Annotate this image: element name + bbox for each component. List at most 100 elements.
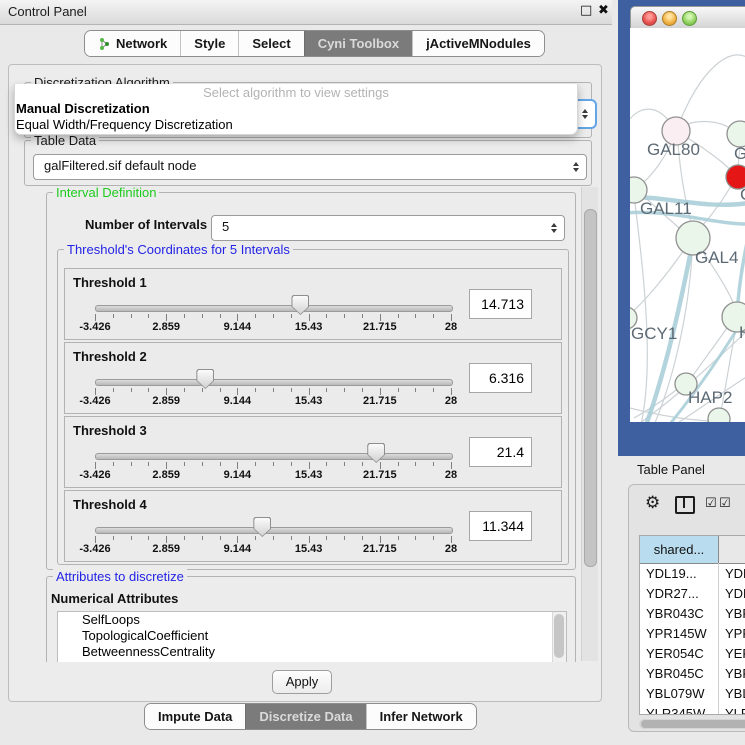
interval-definition-title: Interval Definition [53,186,159,200]
cell-shared-name: YLR345W [646,704,716,715]
zoom-traffic-light-icon[interactable] [682,11,697,26]
tick-label: 21.715 [363,321,397,333]
tick-label: 21.715 [363,469,397,481]
tick-label: 28 [445,321,457,333]
tab-label: Select [252,31,290,56]
cell-name: YDR2 [725,584,745,604]
list-item[interactable]: SelfLoops [58,612,566,628]
table-data-group-title: Table Data [31,133,99,148]
threshold-panel: Threshold 4-3.4262.8599.14415.4321.71528… [64,490,562,562]
list-item[interactable]: BetweennessCentrality [58,644,566,660]
interval-definition-group: Interval Definition Number of Intervals … [46,192,576,570]
bottom-tab-bar: Impute Data Discretize Data Infer Network [144,703,477,730]
network-node[interactable] [708,408,730,422]
tab-label: Infer Network [380,704,463,729]
threshold-label: Threshold 3 [73,423,147,438]
tab-impute-data[interactable]: Impute Data [145,704,245,729]
threshold-panel: Threshold 1-3.4262.8599.14415.4321.71528… [64,268,562,340]
tick-label: 2.859 [152,469,180,481]
cell-shared-name: YBR043C [646,604,716,624]
cell-shared-name: YDL19... [646,564,716,584]
table-row[interactable]: YDR27...YDR2 [640,584,745,604]
table-row[interactable]: YDL19... YDL1 [640,564,745,584]
apply-button[interactable]: Apply [272,670,332,694]
tab-style[interactable]: Style [180,31,238,56]
minimize-traffic-light-icon[interactable] [662,11,677,26]
network-window-titlebar [630,6,745,30]
threshold-value-field[interactable]: 11.344 [469,511,532,541]
numerical-attributes-label: Numerical Attributes [51,591,178,606]
algorithm-popup: Select algorithm to view settings Manual… [14,84,578,135]
gear-icon[interactable]: ⚙ [645,493,660,513]
float-icon[interactable]: □ [580,3,592,18]
threshold-label: Threshold 1 [73,275,147,290]
table-row[interactable]: YLR345WYLR3 [640,704,745,715]
slider-thumb-icon[interactable] [367,443,385,463]
column-header-name[interactable]: n [719,536,745,564]
checkbox-checked-icon[interactable]: ☑ [705,496,717,511]
threshold-value-field[interactable]: 14.713 [469,289,532,319]
table-row[interactable]: YBR043CYBR0 [640,604,745,624]
tick-label: 9.144 [224,321,252,333]
table-row[interactable]: YBR045CYBR0 [640,664,745,684]
tab-label: Cyni Toolbox [318,31,399,56]
table-data-combobox[interactable]: galFiltered.sif default node [33,154,587,180]
network-node-label: GAL4 [695,248,738,267]
tick-label: -3.426 [79,395,110,407]
tick-label: 2.859 [152,395,180,407]
tick-label: 9.144 [224,395,252,407]
network-node-label: GCY1 [631,324,677,343]
settings-scrollbar[interactable] [581,187,598,661]
tick-label: 2.859 [152,321,180,333]
cell-name: YPR1 [725,624,745,644]
close-traffic-light-icon[interactable] [642,11,657,26]
num-intervals-combobox[interactable]: 5 [211,215,565,241]
split-columns-icon[interactable] [675,496,695,514]
slider-thumb-icon[interactable] [253,517,271,537]
combo-arrows-icon [582,109,588,119]
table-data-value: galFiltered.sif default node [44,155,196,177]
table-horizontal-scrollbar[interactable] [639,719,745,729]
slider-track[interactable] [95,379,453,386]
network-canvas[interactable]: GAL80GACGAL11GAL4GCY1HHAP2 [630,28,745,422]
tick-label: 2.859 [152,543,180,555]
slider-thumb-icon[interactable] [291,295,309,315]
tick-label: 28 [445,469,457,481]
slider-ticks [95,462,451,470]
list-item[interactable]: TopologicalCoefficient [58,628,566,644]
slider-ticks [95,536,451,544]
tab-discretize-data[interactable]: Discretize Data [245,704,365,729]
slider-track[interactable] [95,527,453,534]
list-scrollbar[interactable] [552,612,566,662]
tick-label: 15.43 [295,321,323,333]
slider-track[interactable] [95,453,453,460]
network-icon [98,37,111,51]
tab-select[interactable]: Select [238,31,303,56]
table-row[interactable]: YBL079WYBL0 [640,684,745,704]
table-row[interactable]: YPR145WYPR1 [640,624,745,644]
node-table[interactable]: shared... n YDL19...YDL1YDR27...YDR2YBR0… [639,535,745,715]
close-icon[interactable]: ✖ [598,3,609,18]
slider-thumb-icon[interactable] [196,369,214,389]
tab-label: Impute Data [158,704,232,729]
checkbox-checked-icon[interactable]: ☑ [719,496,731,511]
top-tab-bar: NetworkStyle Select Cyni Toolbox jActiveMNo… [84,30,545,57]
threshold-value-field[interactable]: 6.316 [469,363,532,393]
numerical-attributes-list[interactable]: SelfLoopsTopologicalCoefficientBetweenne… [57,611,567,662]
cell-name: YDL1 [725,564,745,584]
algorithm-option[interactable]: Equal Width/Frequency Discretization [15,117,577,133]
thresholds-group: Threshold's Coordinates for 5 Intervals … [57,249,569,565]
thresholds-group-title: Threshold's Coordinates for 5 Intervals [64,242,293,257]
tab-network[interactable]: Network [85,31,180,56]
table-row[interactable]: YER054CYER0 [640,644,745,664]
threshold-value-field[interactable]: 21.4 [469,437,532,467]
table-panel-title: Table Panel [637,462,705,477]
tab-cyni-toolbox[interactable]: Cyni Toolbox [304,31,412,56]
tab-infer-network[interactable]: Infer Network [366,704,476,729]
slider-track[interactable] [95,305,453,312]
cell-name: YER0 [725,644,745,664]
tab-jactivemnodules[interactable]: jActiveMNodules [412,31,544,56]
column-header-shared[interactable]: shared... [640,536,719,564]
tick-label: -3.426 [79,469,110,481]
algorithm-option[interactable]: Manual Discretization [15,101,577,117]
